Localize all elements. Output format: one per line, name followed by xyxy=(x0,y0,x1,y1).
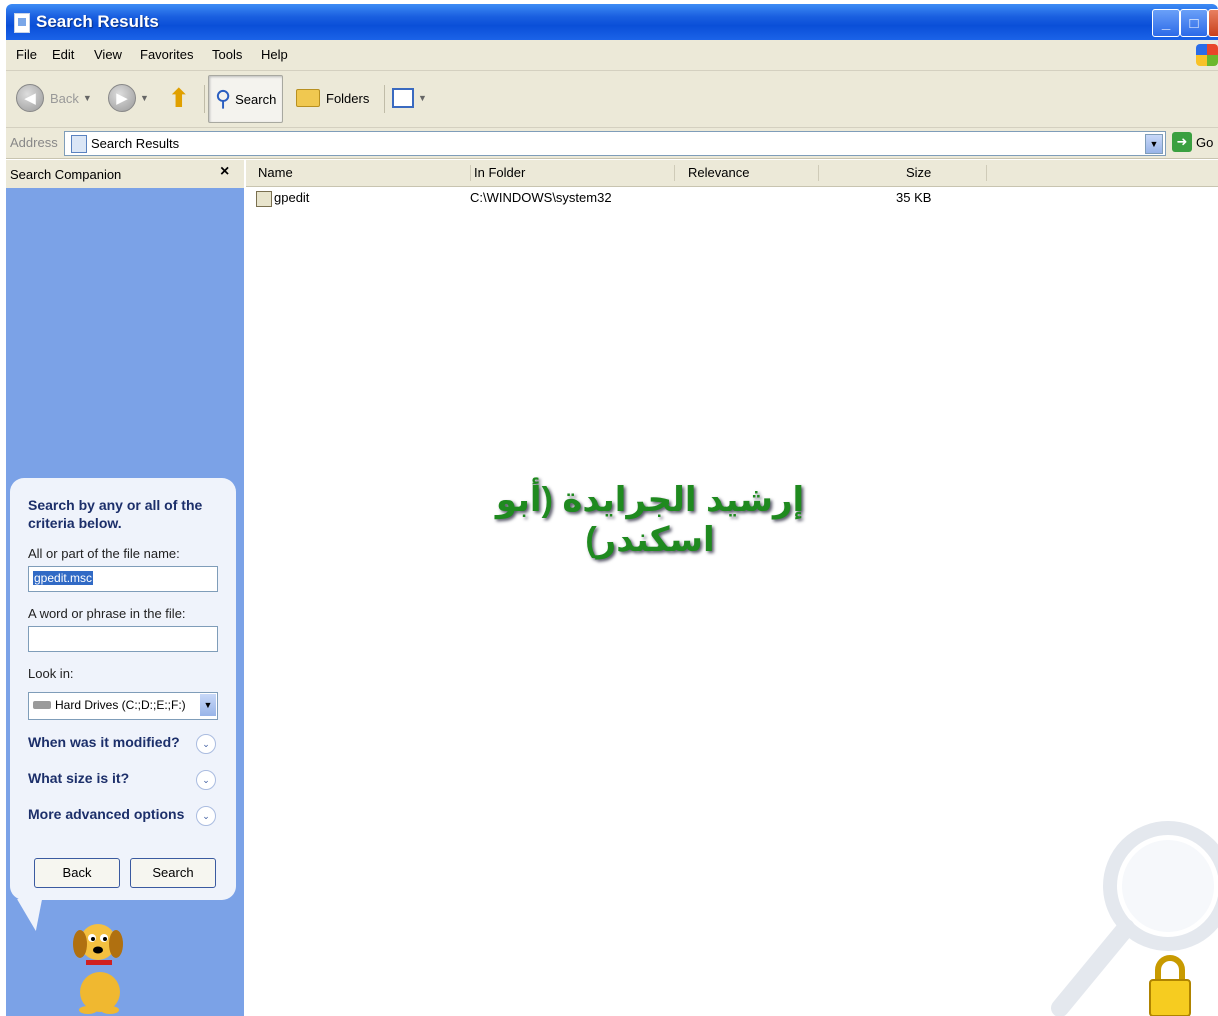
result-size: 35 KB xyxy=(896,190,932,205)
search-companion-panel: Search by any or all of the criteria bel… xyxy=(6,188,244,1016)
column-size[interactable]: Size xyxy=(906,165,987,181)
menu-edit[interactable]: Edit xyxy=(52,47,74,62)
menu-tools[interactable]: Tools xyxy=(212,47,242,62)
size-option[interactable]: What size is it? xyxy=(28,770,129,786)
results-column-header: Name In Folder Relevance Size xyxy=(246,160,1218,187)
hard-drive-icon xyxy=(33,701,51,709)
back-arrow-icon: ◀ xyxy=(16,84,44,112)
chevron-down-icon: ▼ xyxy=(140,93,149,103)
close-button[interactable] xyxy=(1208,9,1218,37)
search-label: Search xyxy=(235,91,277,107)
lock-icon xyxy=(1149,955,1191,1016)
chevron-down-icon[interactable]: ▼ xyxy=(200,694,216,716)
result-folder: C:\WINDOWS\system32 xyxy=(470,190,612,205)
column-relevance[interactable]: Relevance xyxy=(688,165,819,181)
search-balloon: Search by any or all of the criteria bel… xyxy=(10,478,236,900)
windows-logo-icon xyxy=(1196,44,1218,66)
file-name-value: gpedit.msc xyxy=(33,571,94,585)
views-button[interactable]: ▼ xyxy=(392,83,427,113)
views-icon xyxy=(392,88,414,108)
search-button[interactable]: ⚲ Search xyxy=(208,75,284,123)
up-arrow-icon: ⬆ xyxy=(168,82,190,113)
criteria-title: Search by any or all of the criteria bel… xyxy=(28,497,203,531)
chevron-down-icon: ▼ xyxy=(82,93,92,103)
separator xyxy=(384,85,385,113)
expand-chevron-icon[interactable]: ⌄ xyxy=(196,734,216,754)
modified-option[interactable]: When was it modified? xyxy=(28,734,180,750)
look-in-select[interactable]: Hard Drives (C:;D:;E:;F:) ▼ xyxy=(28,692,218,720)
search-companion-title: Search Companion xyxy=(10,167,122,182)
menu-view[interactable]: View xyxy=(94,47,122,62)
title-bar: Search Results _ □ xyxy=(6,4,1218,40)
author-watermark: إرشيد الجرايدة (أبو اسكندر) xyxy=(495,481,805,559)
chevron-down-icon: ▼ xyxy=(418,93,427,103)
menu-help[interactable]: Help xyxy=(261,47,288,62)
start-search-button[interactable]: Search xyxy=(130,858,216,888)
maximize-button[interactable]: □ xyxy=(1180,9,1208,37)
minimize-button[interactable]: _ xyxy=(1152,9,1180,37)
back-label: Back xyxy=(50,90,79,106)
table-row[interactable]: gpedit C:\WINDOWS\system32 35 KB xyxy=(246,188,1218,210)
search-companion-header: Search Companion × xyxy=(6,160,244,188)
window-title: Search Results xyxy=(36,12,159,31)
go-arrow-icon[interactable]: ➜ xyxy=(1172,132,1192,152)
close-icon[interactable]: × xyxy=(220,163,229,181)
look-in-label: Look in: xyxy=(28,666,74,681)
back-search-button[interactable]: Back xyxy=(34,858,120,888)
expand-chevron-icon[interactable]: ⌄ xyxy=(196,770,216,790)
phrase-label: A word or phrase in the file: xyxy=(28,606,186,621)
address-bar: Address Search Results ▼ ➜ Go xyxy=(6,128,1218,159)
up-folder-button[interactable]: ⬆ xyxy=(168,83,190,113)
menu-file[interactable]: File xyxy=(16,47,37,62)
go-button[interactable]: Go xyxy=(1196,135,1213,150)
back-button[interactable]: ◀ Back ▼ xyxy=(16,83,92,113)
column-in-folder[interactable]: In Folder xyxy=(474,165,675,181)
phrase-input[interactable] xyxy=(28,626,218,652)
result-name: gpedit xyxy=(274,190,310,205)
forward-button[interactable]: ▶ ▼ xyxy=(108,83,149,113)
search-results-icon xyxy=(71,135,87,153)
msc-file-icon xyxy=(256,190,272,207)
menu-favorites[interactable]: Favorites xyxy=(140,47,193,62)
advanced-option[interactable]: More advanced options xyxy=(28,806,184,822)
folder-icon xyxy=(296,89,320,107)
menu-bar: File Edit View Favorites Tools Help xyxy=(6,40,1218,71)
look-in-value: Hard Drives (C:;D:;E:;F:) xyxy=(55,698,186,712)
folders-button[interactable]: Folders xyxy=(296,83,369,113)
search-icon: ⚲ xyxy=(215,86,232,111)
address-field[interactable]: Search Results ▼ xyxy=(64,131,1166,156)
expand-chevron-icon[interactable]: ⌄ xyxy=(196,806,216,826)
toolbar: ◀ Back ▼ ▶ ▼ ⬆ ⚲ Search Folders ▼ xyxy=(6,71,1218,128)
search-dog-icon xyxy=(73,924,123,1014)
column-name[interactable]: Name xyxy=(258,165,471,181)
window-icon xyxy=(14,13,30,33)
chevron-down-icon[interactable]: ▼ xyxy=(1145,134,1163,154)
file-name-label: All or part of the file name: xyxy=(28,546,180,561)
address-value: Search Results xyxy=(91,136,180,151)
address-label: Address xyxy=(10,135,58,150)
result-name-cell[interactable]: gpedit xyxy=(256,190,309,207)
file-name-input[interactable]: gpedit.msc xyxy=(28,566,218,592)
forward-arrow-icon: ▶ xyxy=(108,84,136,112)
separator xyxy=(204,85,205,113)
folders-label: Folders xyxy=(326,90,370,106)
